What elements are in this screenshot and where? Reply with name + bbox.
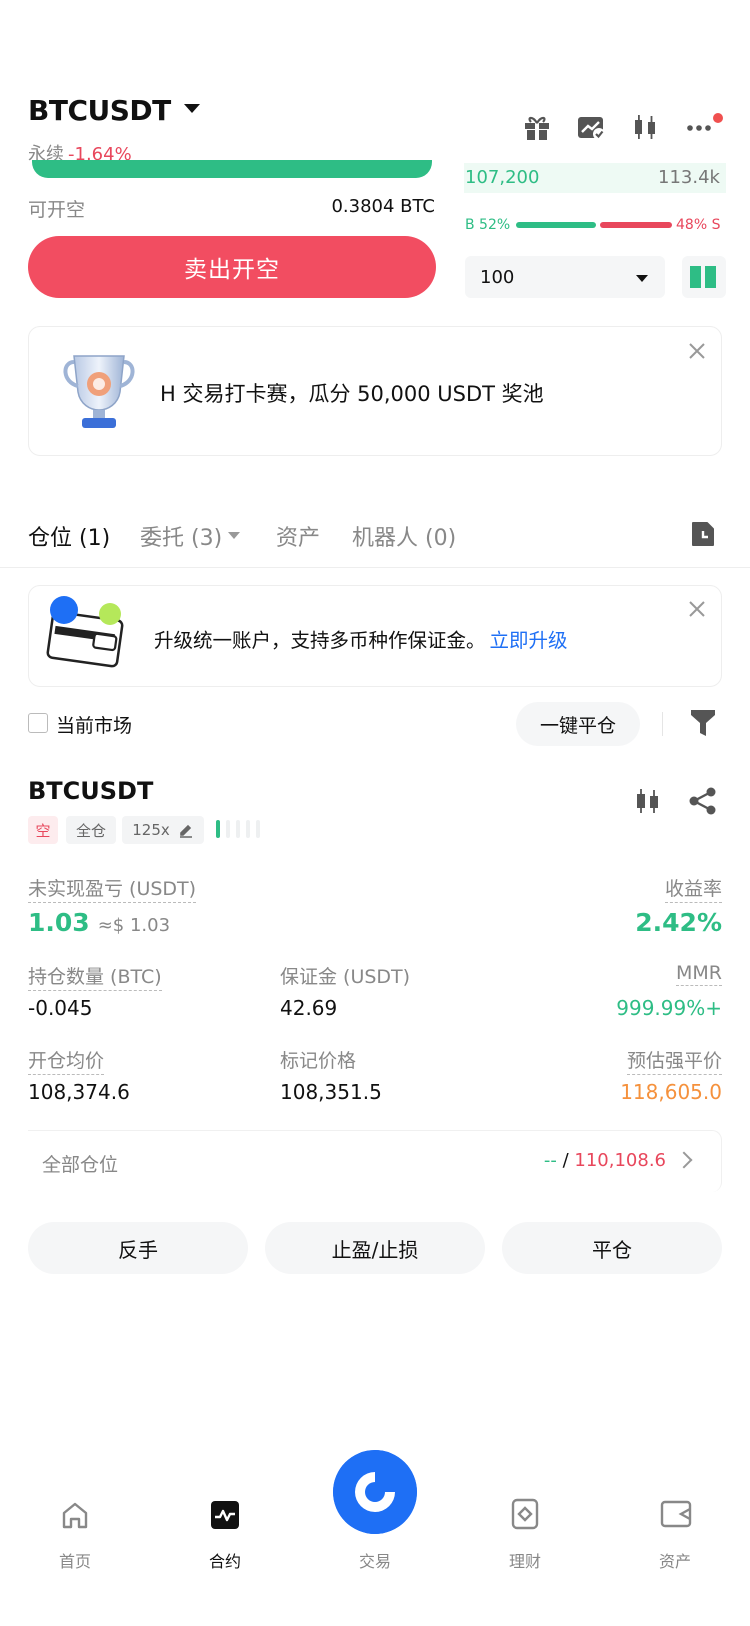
all-positions-label: 全部仓位	[42, 1154, 119, 1176]
nav-futures[interactable]: 合约	[175, 1548, 275, 1572]
close-icon[interactable]	[688, 600, 706, 618]
depth-value: 100	[480, 267, 515, 288]
roe-label[interactable]: 收益率	[664, 874, 722, 903]
margin-label: 保证金 (USDT)	[280, 966, 411, 988]
orderbook-price: 107,200	[465, 167, 540, 188]
all-positions-dash: --	[543, 1150, 557, 1171]
unrealized-pnl-value: 1.03	[28, 908, 90, 937]
current-market-checkbox[interactable]	[28, 713, 48, 733]
sell-ratio: 48% S	[676, 217, 721, 233]
size-label[interactable]: 持仓数量 (BTC)	[28, 962, 162, 991]
history-icon[interactable]	[690, 520, 716, 548]
close-all-button[interactable]: 一键平仓	[516, 702, 640, 746]
promo-text: H 交易打卡赛，瓜分 50,000 USDT 奖池	[160, 382, 544, 406]
home-icon[interactable]	[60, 1500, 90, 1530]
available-value: 0.3804 BTC	[331, 196, 435, 217]
all-positions-sep: /	[556, 1150, 575, 1171]
gift-icon[interactable]	[522, 112, 552, 142]
all-positions-price: 110,108.6	[574, 1150, 666, 1171]
candlestick-icon[interactable]	[633, 786, 663, 816]
liq-price-label[interactable]: 预估强平价	[626, 1046, 722, 1075]
chevron-down-icon	[636, 275, 648, 282]
orderbook-size: 113.4k	[658, 167, 720, 188]
nav-home[interactable]: 首页	[25, 1548, 125, 1572]
nav-trade[interactable]: 交易	[325, 1548, 425, 1572]
current-market-label[interactable]: 当前市场	[56, 711, 132, 738]
wallet-icon	[46, 596, 124, 668]
buy-ratio-bar	[516, 222, 596, 228]
candlestick-icon[interactable]	[630, 112, 660, 142]
earn-icon[interactable]	[510, 1498, 540, 1530]
tabs-divider	[0, 567, 750, 568]
upgrade-link[interactable]: 立即升级	[490, 629, 568, 652]
available-label: 可开空	[28, 199, 86, 221]
trade-icon[interactable]	[333, 1450, 417, 1534]
size-value: -0.045	[28, 996, 93, 1020]
tab-bots[interactable]: 机器人 (0)	[352, 520, 456, 552]
wallet-icon[interactable]	[660, 1500, 692, 1528]
mark-price-value: 108,351.5	[280, 1080, 382, 1104]
futures-icon[interactable]	[210, 1500, 240, 1530]
liq-price-value: 118,605.0	[620, 1080, 722, 1104]
close-position-button[interactable]: 平仓	[502, 1222, 722, 1274]
trophy-icon	[63, 355, 135, 428]
margin-value: 42.69	[280, 996, 338, 1020]
tab-assets[interactable]: 资产	[276, 520, 320, 552]
upgrade-text: 升级统一账户，支持多币种作保证金。 立即升级	[154, 624, 568, 653]
unrealized-pnl-label[interactable]: 未实现盈亏 (USDT)	[28, 874, 197, 903]
side-badge: 空	[28, 816, 58, 844]
mmr-label[interactable]: MMR	[676, 962, 722, 986]
unrealized-pnl: 1.03 ≈$ 1.03	[28, 908, 170, 937]
upgrade-message: 升级统一账户，支持多币种作保证金。	[154, 629, 486, 652]
tab-positions[interactable]: 仓位 (1)	[28, 520, 110, 552]
mmr-value: 999.99%+	[616, 996, 722, 1020]
exchange-icon[interactable]	[576, 112, 606, 142]
notification-dot	[713, 113, 723, 123]
nav-assets[interactable]: 资产	[625, 1548, 725, 1572]
tp-sl-button[interactable]: 止盈/止损	[265, 1222, 485, 1274]
all-positions-value: -- / 110,108.6	[420, 1150, 666, 1171]
symbol-title[interactable]: BTCUSDT	[28, 94, 171, 127]
share-icon[interactable]	[688, 786, 718, 816]
margin-mode-badge[interactable]: 全仓	[66, 816, 116, 844]
entry-price-value: 108,374.6	[28, 1080, 130, 1104]
unrealized-pnl-usd: ≈$ 1.03	[97, 915, 171, 936]
leverage-badge[interactable]: 125x	[122, 816, 204, 844]
position-symbol[interactable]: BTCUSDT	[28, 777, 153, 805]
symbol-dropdown-icon[interactable]	[184, 104, 200, 113]
sell-short-button[interactable]: 卖出开空	[28, 236, 436, 298]
buy-ratio: B 52%	[465, 217, 511, 233]
edit-icon	[179, 824, 192, 838]
leverage-value: 125x	[132, 821, 170, 839]
more-icon[interactable]	[686, 112, 716, 142]
orderbook-layout-button[interactable]	[682, 256, 726, 298]
tab-orders[interactable]: 委托 (3)	[140, 520, 222, 552]
sell-ratio-bar	[600, 222, 672, 228]
entry-price-label[interactable]: 开仓均价	[28, 1046, 105, 1075]
divider	[662, 712, 663, 736]
nav-earn[interactable]: 理财	[475, 1548, 575, 1572]
buy-button-edge[interactable]	[32, 160, 432, 178]
chevron-down-icon[interactable]	[228, 532, 240, 539]
reverse-button[interactable]: 反手	[28, 1222, 248, 1274]
roe-value: 2.42%	[635, 908, 722, 937]
filter-icon[interactable]	[690, 708, 716, 738]
mark-price-label: 标记价格	[280, 1050, 357, 1072]
close-icon[interactable]	[688, 342, 706, 360]
